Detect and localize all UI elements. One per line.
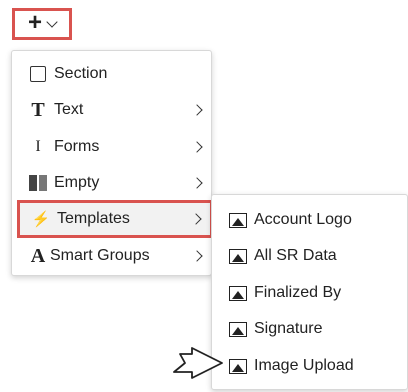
menu-item-text[interactable]: T Text (12, 92, 211, 128)
smart-groups-icon: A (30, 244, 46, 267)
image-icon (229, 285, 247, 301)
empty-icon (29, 175, 47, 191)
chevron-right-icon (191, 250, 203, 262)
submenu-item-all-sr-data[interactable]: All SR Data (212, 238, 407, 274)
bolt-icon: ⚡ (31, 211, 51, 228)
forms-icon: I (35, 138, 41, 155)
submenu-item-label: Image Upload (254, 357, 354, 374)
text-icon: T (31, 98, 45, 121)
menu-item-templates[interactable]: ⚡ Templates (17, 200, 213, 238)
menu-item-label: Text (54, 101, 84, 118)
menu-item-label: Templates (57, 210, 130, 227)
add-button[interactable]: + (12, 8, 72, 40)
menu-item-label: Empty (54, 174, 100, 191)
image-icon (229, 212, 247, 228)
image-icon (229, 321, 247, 337)
menu-item-smart-groups[interactable]: A Smart Groups (12, 238, 211, 274)
image-icon (229, 248, 247, 264)
submenu-item-label: Signature (254, 320, 323, 337)
menu-item-label: Section (54, 65, 108, 82)
chevron-down-icon (46, 16, 58, 28)
insert-menu: Section T Text I Forms Empty ⚡ Templates… (11, 50, 213, 276)
menu-item-empty[interactable]: Empty (12, 165, 211, 201)
menu-item-section[interactable]: Section (12, 56, 211, 92)
menu-item-forms[interactable]: I Forms (12, 129, 211, 165)
templates-submenu: Account Logo All SR Data Finalized By Si… (211, 194, 408, 390)
menu-item-label: Smart Groups (50, 247, 150, 264)
checkbox-icon (29, 66, 47, 82)
submenu-item-label: Finalized By (254, 284, 342, 301)
submenu-item-finalized-by[interactable]: Finalized By (212, 275, 407, 311)
submenu-item-account-logo[interactable]: Account Logo (212, 202, 407, 238)
chevron-right-icon (190, 213, 202, 225)
submenu-item-label: All SR Data (254, 247, 337, 264)
submenu-item-label: Account Logo (254, 211, 352, 228)
menu-item-label: Forms (54, 138, 100, 155)
submenu-item-image-upload[interactable]: Image Upload (212, 348, 407, 384)
chevron-right-icon (191, 141, 203, 153)
chevron-right-icon (191, 104, 203, 116)
chevron-right-icon (191, 177, 203, 189)
submenu-item-signature[interactable]: Signature (212, 311, 407, 347)
image-icon (229, 358, 247, 374)
plus-icon: + (27, 9, 42, 36)
pointer-arrow-icon (173, 347, 223, 379)
